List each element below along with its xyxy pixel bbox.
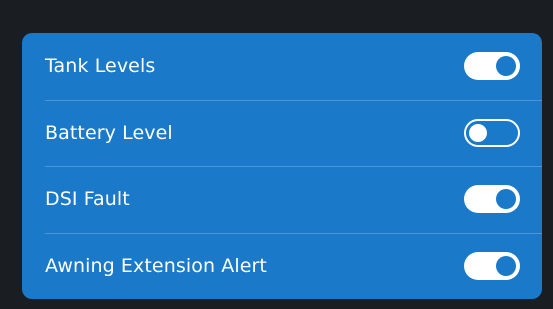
toggle-knob [496,189,516,210]
toggle-knob [496,255,516,276]
toggle-knob [496,56,516,77]
setting-row-awning-extension-alert: Awning Extension Alert [22,232,542,300]
setting-label-awning-extension-alert: Awning Extension Alert [45,254,267,277]
tank-levels-toggle[interactable] [464,52,520,81]
setting-row-battery-level: Battery Level [22,99,542,167]
setting-row-dsi-fault: DSI Fault [22,166,542,233]
setting-row-tank-levels: Tank Levels [22,33,542,100]
battery-level-toggle[interactable] [464,118,520,147]
setting-label-tank-levels: Tank Levels [45,55,156,78]
toggle-knob [469,123,487,142]
dsi-fault-toggle[interactable] [464,185,520,214]
awning-extension-alert-toggle[interactable] [464,251,520,280]
setting-label-battery-level: Battery Level [45,121,173,144]
alert-settings-panel: Tank Levels Battery Level DSI Fault Awni… [22,33,542,299]
setting-label-dsi-fault: DSI Fault [45,188,130,211]
